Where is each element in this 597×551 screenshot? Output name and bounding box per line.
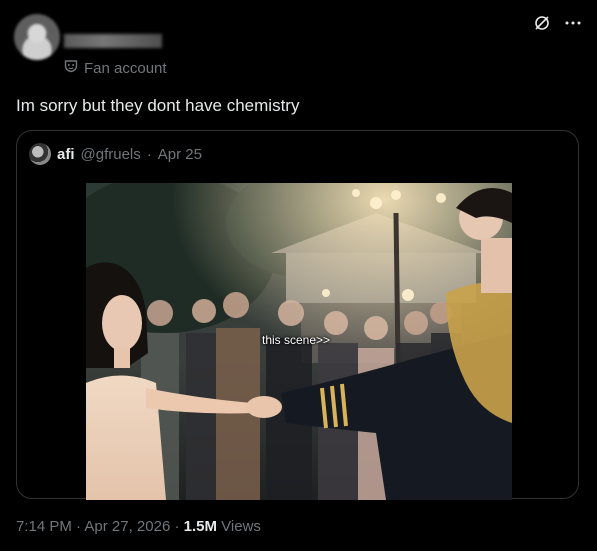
top-actions bbox=[533, 14, 581, 32]
author-avatar[interactable] bbox=[14, 14, 60, 60]
quoted-media-image[interactable]: this scene>> bbox=[86, 183, 512, 500]
separator: · bbox=[146, 145, 152, 163]
views-label: Views bbox=[221, 518, 261, 535]
account-label-row: Fan account bbox=[64, 59, 167, 78]
post-date[interactable]: Apr 27, 2026 bbox=[84, 518, 170, 535]
separator: · bbox=[76, 518, 82, 535]
separator: · bbox=[174, 518, 180, 535]
quoted-date[interactable]: Apr 25 bbox=[158, 146, 202, 163]
post-meta: 7:14 PM · Apr 27, 2026 · 1.5M Views bbox=[16, 518, 261, 535]
mask-icon bbox=[64, 59, 78, 78]
post-text: Im sorry but they dont have chemistry bbox=[16, 96, 300, 115]
quoted-handle[interactable]: @gfruels bbox=[81, 146, 141, 163]
quoted-avatar[interactable] bbox=[29, 143, 51, 165]
quoted-header: afi @gfruels · Apr 25 bbox=[29, 143, 202, 165]
account-label: Fan account bbox=[84, 60, 167, 77]
more-icon[interactable] bbox=[565, 20, 581, 26]
grok-icon[interactable] bbox=[533, 14, 551, 32]
author-name-redacted[interactable] bbox=[64, 34, 162, 48]
quoted-name[interactable]: afi bbox=[57, 146, 75, 163]
media-caption: this scene>> bbox=[262, 333, 331, 347]
views-count[interactable]: 1.5M bbox=[184, 518, 217, 535]
post-time[interactable]: 7:14 PM bbox=[16, 518, 72, 535]
quoted-post[interactable]: afi @gfruels · Apr 25 this scene>> bbox=[16, 130, 579, 500]
